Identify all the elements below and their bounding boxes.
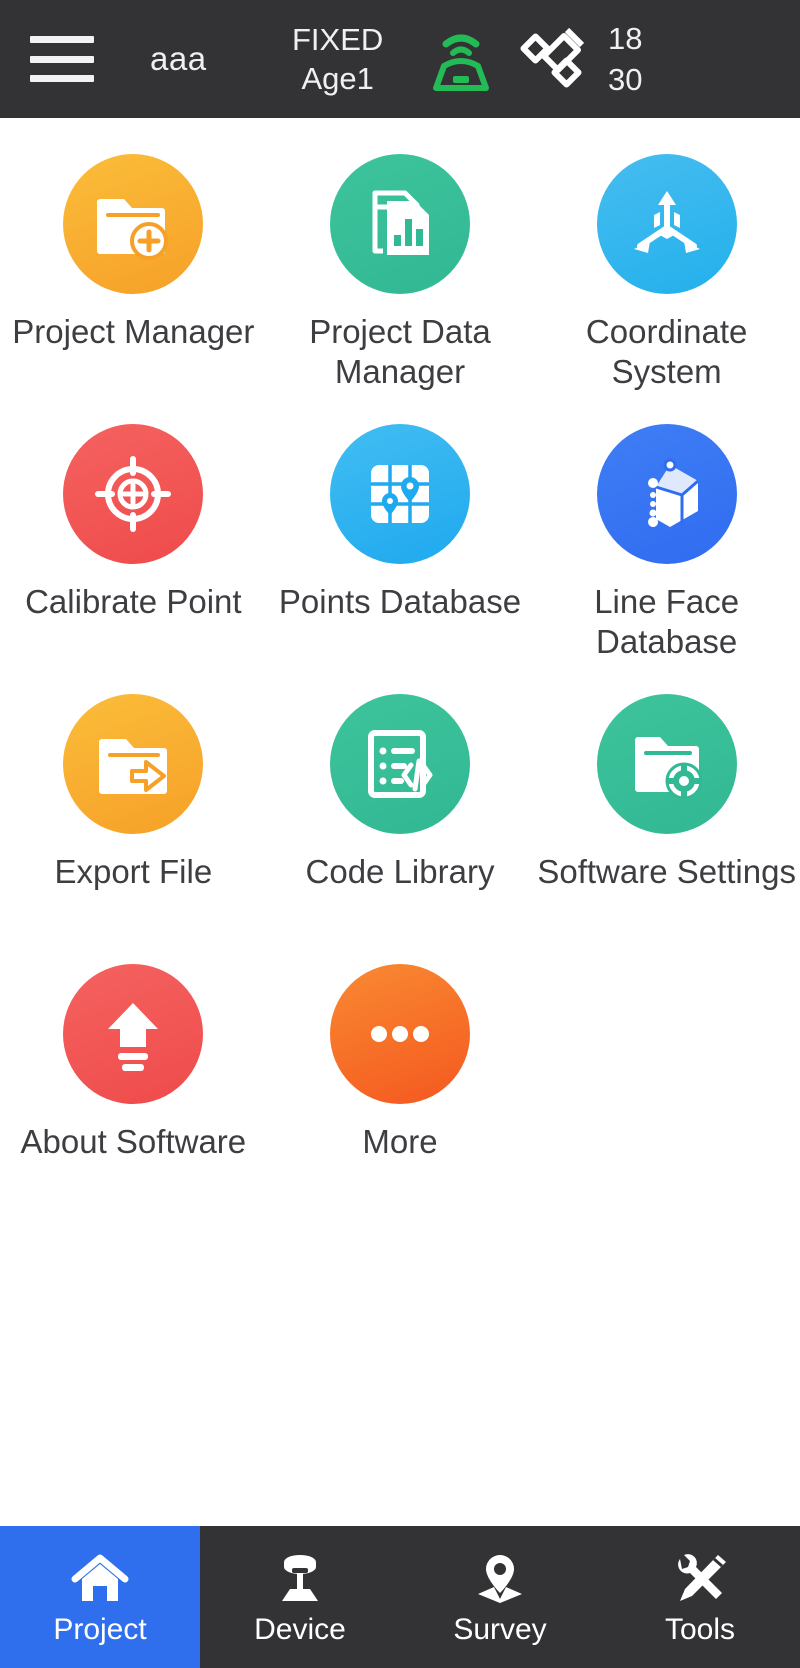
grid-item-about-software[interactable]: About Software [0,946,267,1216]
code-list-icon [329,694,470,834]
home-icon [70,1549,130,1609]
grid-item-points-database[interactable]: Points Database [267,406,534,676]
status-header: aaa FIXED Age1 18 30 [0,0,800,118]
grid-item-label: More [362,1123,438,1160]
folder-gear-icon [596,694,737,834]
satellite-icon [520,22,594,96]
grid-item-label: Code Library [305,853,495,890]
gnss-tripod-icon [270,1549,330,1609]
hamburger-menu-icon[interactable] [30,36,94,82]
satellites-used-label: 18 [608,21,643,56]
main-grid-area: Project Manager Project Data Manager Coo… [0,118,800,1526]
satellites-total-label: 30 [608,62,643,97]
hamburger-bar [30,75,94,82]
tab-label: Survey [453,1613,547,1646]
grid-item-label: Line Face Database [594,583,740,661]
gnss-receiver-icon[interactable] [424,24,498,94]
grid-item-label: Project Manager [12,313,255,350]
grid-item-software-settings[interactable]: Software Settings [533,676,800,946]
app-grid: Project Manager Project Data Manager Coo… [0,136,800,1216]
three-axis-icon [596,154,737,294]
map-pin-plane-icon [470,1549,530,1609]
grid-item-project-manager[interactable]: Project Manager [0,136,267,406]
cube-3d-icon [596,424,737,564]
ellipsis-icon [329,964,470,1104]
tab-label: Tools [664,1613,736,1646]
grid-item-project-data-manager[interactable]: Project Data Manager [267,136,534,406]
grid-item-calibrate-point[interactable]: Calibrate Point [0,406,267,676]
hamburger-bar [30,55,94,63]
satellite-count-block: 18 30 [608,0,642,118]
grid-item-label: About Software [20,1123,247,1160]
fix-status-block: FIXED Age1 [292,0,383,118]
tab-tools[interactable]: Tools [600,1526,800,1668]
document-chart-icon [329,154,470,294]
tab-label: Device [254,1613,346,1646]
grid-empty-cell [533,946,800,1216]
app-screen: aaa FIXED Age1 18 30 Project Manager Pro… [0,0,800,1668]
tab-survey[interactable]: Survey [400,1526,600,1668]
grid-item-line-face-database[interactable]: Line Face Database [533,406,800,676]
grid-item-label: Software Settings [537,853,796,890]
folder-export-icon [63,694,204,834]
grid-item-export-file[interactable]: Export File [0,676,267,946]
folder-add-icon [63,154,204,294]
grid-item-label: Calibrate Point [25,583,242,620]
tab-project[interactable]: Project [0,1526,200,1668]
upload-arrow-icon [63,964,204,1104]
grid-item-label: Points Database [278,583,522,620]
wrench-screwdriver-icon [670,1549,730,1609]
tab-label: Project [53,1613,147,1646]
project-name-label: aaa [150,40,207,77]
tab-device[interactable]: Device [200,1526,400,1668]
grid-item-more[interactable]: More [267,946,534,1216]
fix-status-label: FIXED [292,22,384,57]
age-status-label: Age1 [301,61,374,96]
bottom-navigation-bar: Project Device Survey Tools [0,1526,800,1668]
grid-item-label: Export File [54,853,213,890]
grid-item-code-library[interactable]: Code Library [267,676,534,946]
crosshair-target-icon [63,424,204,564]
grid-item-coordinate-system[interactable]: Coordinate System [533,136,800,406]
grid-item-label: Coordinate System [585,313,748,391]
grid-item-label: Project Data Manager [309,313,491,391]
hamburger-bar [30,36,94,43]
grid-map-pins-icon [329,424,470,564]
